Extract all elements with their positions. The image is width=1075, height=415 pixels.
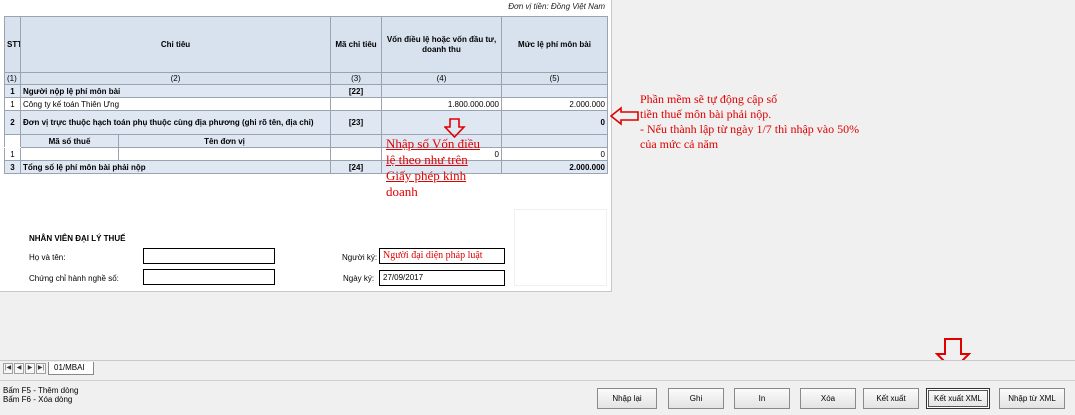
- export-xml-button[interactable]: Kết xuất XML: [926, 388, 990, 409]
- sheet-tab-bar: |◀ ◀ ▶ ▶| 01/MBAI: [0, 360, 1075, 375]
- subheader-tax-code: Mã số thuế: [20, 134, 119, 148]
- capital-note: Nhập số Vốn điều lệ theo như trên Giấy p…: [386, 136, 480, 200]
- agent-name-label: Họ và tên:: [29, 253, 66, 262]
- agent-name-field[interactable]: [143, 248, 275, 264]
- taxpayer-name-cell[interactable]: Công ty kế toán Thiên Ưng: [20, 97, 331, 111]
- index-cell: (5): [501, 72, 608, 85]
- signer-label: Người ký:: [342, 253, 378, 262]
- row-stt: 1: [4, 147, 21, 161]
- tab-01-mbai[interactable]: 01/MBAI: [48, 362, 94, 375]
- fee-cell[interactable]: 0: [501, 147, 608, 161]
- fee-note-line: của mức cả năm: [640, 137, 719, 151]
- fee-declaration-table: STT Chỉ tiêu Mã chỉ tiêu Vốn điều lệ hoặ…: [4, 16, 608, 174]
- index-row: (1) (2) (3) (4) (5): [4, 72, 608, 85]
- unit-name-input-cell[interactable]: [118, 147, 331, 161]
- prev-sheet-icon[interactable]: ◀: [14, 363, 24, 374]
- header-code: Mã chỉ tiêu: [330, 16, 382, 73]
- table-row[interactable]: 1 Công ty kế toán Thiên Ưng 1.800.000.00…: [4, 97, 608, 111]
- row-code: [23]: [330, 110, 382, 135]
- row-label: Người nộp lệ phí môn bài: [20, 84, 331, 98]
- index-cell: (3): [330, 72, 382, 85]
- subheader-unit-name: Tên đơn vị: [118, 134, 331, 148]
- row-fee: [501, 84, 608, 98]
- save-button[interactable]: Ghi: [668, 388, 724, 409]
- left-arrow-annotation-icon: [610, 106, 639, 126]
- row-code: [330, 147, 382, 161]
- subheader-empty: [330, 134, 382, 148]
- row-code: [24]: [330, 160, 382, 174]
- fee-cell[interactable]: 2.000.000: [501, 97, 608, 111]
- agent-section-title: NHÂN VIÊN ĐẠI LÝ THUẾ: [29, 234, 126, 243]
- header-stt: STT: [4, 16, 21, 73]
- hint-delete-row: Bấm F6 - Xóa dòng: [3, 395, 73, 404]
- declaration-sheet: Đơn vị tiền: Đồng Việt Nam STT Chỉ tiêu …: [0, 0, 612, 292]
- print-button[interactable]: In: [734, 388, 790, 409]
- delete-button[interactable]: Xóa: [800, 388, 856, 409]
- capital-note-line: Giấy phép kinh: [386, 168, 467, 183]
- fee-note-line: Phần mềm sẽ tự động cập số: [640, 92, 778, 106]
- agent-cert-label: Chứng chỉ hành nghề số:: [29, 274, 119, 283]
- capital-note-line: Nhập số Vốn điều: [386, 136, 481, 151]
- row-stt: 1: [4, 84, 21, 98]
- last-sheet-icon[interactable]: ▶|: [36, 363, 46, 374]
- fee-note-line: - Nếu thành lập từ ngày 1/7 thì nhập vào…: [640, 122, 860, 136]
- total-fee: 2.000.000: [501, 160, 608, 174]
- agent-cert-field[interactable]: [143, 269, 275, 285]
- sign-date-field[interactable]: 27/09/2017: [379, 270, 505, 286]
- import-xml-button[interactable]: Nhập từ XML: [999, 388, 1065, 409]
- index-cell: (4): [381, 72, 502, 85]
- capital-note-line: lệ theo như trên: [386, 152, 468, 167]
- index-cell: (1): [4, 72, 21, 85]
- row-stt: 2: [4, 110, 21, 135]
- capital-note-line: doanh: [386, 184, 418, 199]
- header-fee: Mức lệ phí môn bài: [501, 16, 608, 73]
- subheader-row: Mã số thuế Tên đơn vị: [4, 134, 608, 148]
- table-row: 3 Tổng số lệ phí môn bài phải nộp [24] 2…: [4, 160, 608, 174]
- tax-code-input-cell[interactable]: [20, 147, 119, 161]
- row-capital: [381, 110, 502, 135]
- signer-field[interactable]: Người đại diện pháp luật: [379, 248, 505, 264]
- row-label: Đơn vị trực thuộc hạch toán phụ thuộc cù…: [20, 110, 331, 135]
- row-code: [330, 97, 382, 111]
- row-fee: 0: [501, 110, 608, 135]
- subheader-spacer: [4, 134, 21, 148]
- currency-unit: Đơn vị tiền: Đồng Việt Nam: [508, 2, 605, 11]
- subheader-empty: [501, 134, 608, 148]
- status-bar: Bấm F5 - Thêm dòng Bấm F6 - Xóa dòng Nhậ…: [0, 380, 1075, 415]
- header-capital: Vốn điều lệ hoặc vốn đầu tư, doanh thu: [381, 16, 502, 73]
- hint-add-row: Bấm F5 - Thêm dòng: [3, 386, 79, 395]
- fee-note-line: tiền thuế môn bài phải nộp.: [640, 107, 772, 121]
- header-criteria: Chỉ tiêu: [20, 16, 331, 73]
- table-row[interactable]: 1 0 0: [4, 147, 608, 161]
- capital-input-cell[interactable]: 1.800.000.000: [381, 97, 502, 111]
- fee-note: Phần mềm sẽ tự động cập số tiền thuế môn…: [640, 92, 859, 152]
- sign-date-label: Ngày ký:: [343, 274, 375, 283]
- table-row: 2 Đơn vị trực thuộc hạch toán phụ thuộc …: [4, 110, 608, 135]
- row-capital: [381, 84, 502, 98]
- table-row: 1 Người nộp lệ phí môn bài [22]: [4, 84, 608, 98]
- row-stt: 3: [4, 160, 21, 174]
- reset-button[interactable]: Nhập lại: [597, 388, 657, 409]
- next-sheet-icon[interactable]: ▶: [25, 363, 35, 374]
- export-button[interactable]: Kết xuất: [863, 388, 919, 409]
- row-stt: 1: [4, 97, 21, 111]
- row-code: [22]: [330, 84, 382, 98]
- blank-panel: [514, 209, 607, 286]
- first-sheet-icon[interactable]: |◀: [3, 363, 13, 374]
- row-label: Tổng số lệ phí môn bài phải nộp: [20, 160, 331, 174]
- header-row: STT Chỉ tiêu Mã chỉ tiêu Vốn điều lệ hoặ…: [4, 16, 608, 73]
- index-cell: (2): [20, 72, 331, 85]
